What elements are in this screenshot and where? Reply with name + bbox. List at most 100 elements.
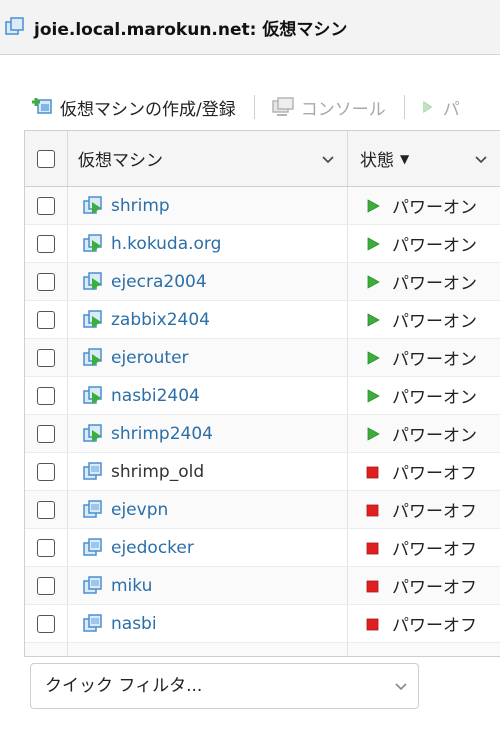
table-row[interactable]: shrimp2404 パワーオン [25, 415, 500, 453]
row-state-cell: パワーオン [348, 225, 500, 262]
vm-name-link[interactable]: shrimp_old [111, 462, 204, 482]
vm-state-text: パワーオフ [392, 464, 477, 484]
table-row[interactable]: nasbi2404 パワーオン [25, 377, 500, 415]
create-vm-label: 仮想マシンの作成/登録 [60, 99, 236, 120]
table-row[interactable]: zabbix2404 パワーオン [25, 301, 500, 339]
vm-name-link[interactable]: ejecra2004 [111, 272, 207, 292]
table-row[interactable]: ejedocker パワーオフ [25, 529, 500, 567]
create-vm-button[interactable]: 仮想マシンの作成/登録 [30, 95, 236, 120]
title-bar: joie.local.marokun.net: 仮想マシン [0, 0, 500, 55]
vm-stack-icon [5, 17, 24, 35]
row-checkbox[interactable] [37, 500, 55, 519]
row-check-cell [25, 567, 68, 604]
toolbar-separator [403, 95, 405, 119]
vm-state-text: パワーオン [392, 236, 477, 256]
vm-name-link[interactable]: shrimp2404 [111, 424, 213, 444]
power-on-icon [367, 426, 380, 441]
row-check-cell [25, 605, 68, 642]
table-row[interactable]: nasbi パワーオフ [25, 605, 500, 643]
row-checkbox[interactable] [37, 538, 55, 557]
row-checkbox[interactable] [37, 196, 55, 215]
chevron-down-icon[interactable] [394, 679, 408, 693]
window-title: joie.local.marokun.net: 仮想マシン [34, 19, 348, 40]
chevron-down-icon[interactable] [474, 152, 488, 166]
row-check-cell [25, 339, 68, 376]
power-on-icon [367, 388, 380, 403]
console-button[interactable]: コンソール [271, 95, 386, 120]
row-state-cell: パワーオン [348, 339, 500, 376]
row-check-cell [25, 263, 68, 300]
select-all-cell [25, 131, 68, 186]
table-row[interactable]: ejevpn パワーオフ [25, 491, 500, 529]
power-on-icon [367, 198, 380, 213]
row-check-cell [25, 225, 68, 262]
power-off-icon [366, 504, 379, 516]
row-checkbox[interactable] [37, 576, 55, 595]
vm-state-text: パワーオン [392, 274, 477, 294]
vm-running-icon [83, 233, 102, 252]
row-checkbox[interactable] [37, 424, 55, 443]
vm-running-icon [83, 347, 102, 366]
vm-state-text: パワーオフ [392, 502, 477, 522]
row-check-cell [25, 301, 68, 338]
row-state-cell: パワーオフ [348, 605, 500, 642]
power-off-icon [366, 542, 379, 554]
select-all-checkbox[interactable] [37, 149, 55, 168]
row-checkbox[interactable] [37, 310, 55, 329]
vm-state-text: パワーオン [392, 350, 477, 370]
vm-running-icon [83, 195, 102, 214]
vm-name-link[interactable]: nasbi2404 [111, 386, 200, 406]
row-state-cell: パワーオフ [348, 453, 500, 490]
vm-icon [83, 499, 102, 518]
power-on-label: パ [442, 99, 460, 120]
row-checkbox[interactable] [37, 386, 55, 405]
row-name-cell [68, 643, 348, 656]
row-state-cell: パワーオン [348, 415, 500, 452]
quick-filter[interactable] [30, 663, 419, 709]
vm-name-link[interactable]: nasbi [111, 614, 157, 634]
table-row[interactable]: ejerouter パワーオン [25, 339, 500, 377]
table-row[interactable]: shrimp_old パワーオフ [25, 453, 500, 491]
quick-filter-input[interactable] [45, 676, 375, 696]
vm-name-link[interactable]: zabbix2404 [111, 310, 210, 330]
vm-state-text: パワーオン [392, 388, 477, 408]
row-checkbox[interactable] [37, 614, 55, 633]
row-state-cell: パワーオフ [348, 529, 500, 566]
power-on-icon [367, 274, 380, 289]
row-state-cell: パワーオフ [348, 491, 500, 528]
toolbar-separator [253, 95, 255, 119]
vm-state-text: パワーオフ [392, 578, 477, 598]
row-name-cell: zabbix2404 [68, 301, 348, 338]
column-header-name[interactable]: 仮想マシン [68, 131, 348, 186]
row-check-cell [25, 491, 68, 528]
table-row[interactable]: h.kokuda.org パワーオン [25, 225, 500, 263]
vm-name-link[interactable]: h.kokuda.org [111, 234, 221, 254]
row-checkbox[interactable] [37, 272, 55, 291]
power-on-button[interactable]: パ [421, 95, 460, 120]
chevron-down-icon[interactable] [321, 152, 335, 166]
row-check-cell [25, 187, 68, 224]
row-checkbox[interactable] [37, 348, 55, 367]
console-label: コンソール [300, 99, 386, 120]
vm-state-text: パワーオン [392, 198, 477, 218]
row-state-cell: パワーオフ [348, 567, 500, 604]
table-row[interactable]: shrimp パワーオン [25, 187, 500, 225]
row-checkbox[interactable] [37, 462, 55, 481]
vm-name-link[interactable]: ejedocker [111, 538, 194, 558]
power-on-icon [367, 312, 380, 327]
row-name-cell: nasbi2404 [68, 377, 348, 414]
vm-name-link[interactable]: ejerouter [111, 348, 189, 368]
table-row[interactable]: miku パワーオフ [25, 567, 500, 605]
vm-name-link[interactable]: shrimp [111, 196, 170, 216]
row-checkbox[interactable] [37, 234, 55, 253]
vm-state-text: パワーオン [392, 312, 477, 332]
column-header-state[interactable]: 状態 ▼ [348, 131, 500, 186]
console-icon [271, 97, 294, 116]
table-row[interactable]: ejecra2004 パワーオン [25, 263, 500, 301]
vm-name-link[interactable]: ejevpn [111, 500, 168, 520]
vm-state-text: パワーオフ [392, 616, 477, 636]
vm-running-icon [83, 309, 102, 328]
vm-name-link[interactable]: miku [111, 576, 152, 596]
vm-icon [83, 613, 102, 632]
row-name-cell: miku [68, 567, 348, 604]
